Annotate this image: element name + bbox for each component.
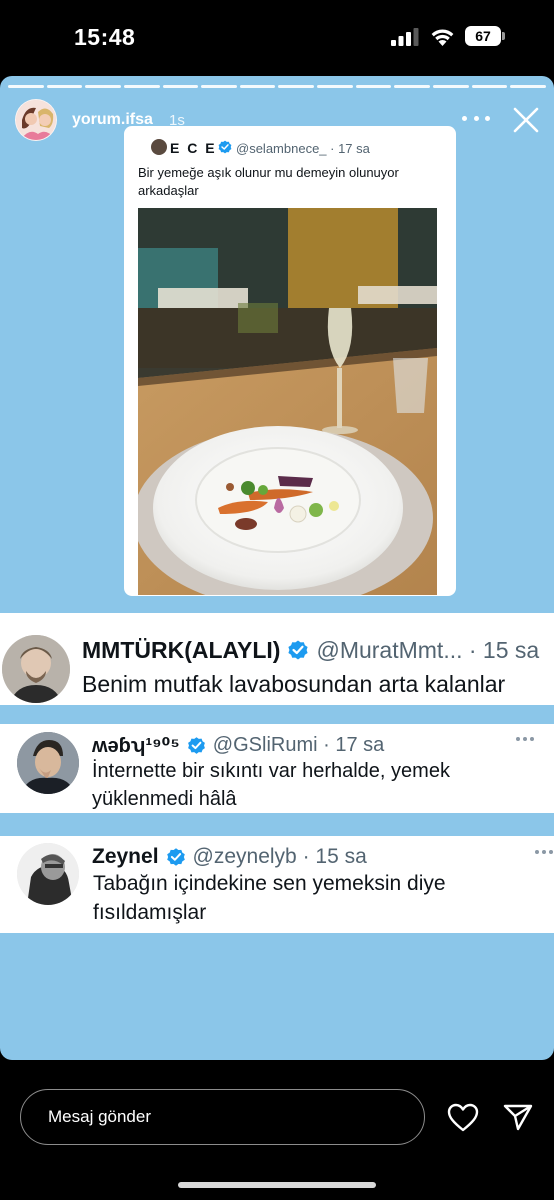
- food-photo: [138, 208, 437, 595]
- close-icon[interactable]: [511, 105, 541, 135]
- story-frame[interactable]: yorum.ifsa 1s E C E @selambnece_ · 17 sa…: [0, 76, 554, 1060]
- reply-tweet-2[interactable]: ʍǝɓʮ¹⁹⁰⁵ @GSliRumi · 17 sa İnternette bi…: [0, 724, 554, 813]
- story-progress-segment: [433, 85, 469, 88]
- heart-icon[interactable]: [447, 1103, 479, 1132]
- battery-level: 67: [465, 26, 501, 46]
- story-progress-segment: [8, 85, 44, 88]
- wifi-icon: [431, 29, 454, 46]
- verified-badge-icon: [166, 848, 185, 866]
- reply-avatar[interactable]: [17, 732, 79, 794]
- status-time: 15:48: [74, 24, 136, 50]
- more-options-icon[interactable]: [462, 108, 490, 128]
- story-progress-segment: [317, 85, 353, 88]
- story-progress-segment: [162, 85, 199, 88]
- quoted-tweet-card[interactable]: E C E @selambnece_ · 17 sa Bir yemeğe aş…: [124, 126, 456, 596]
- reply-tweet-3[interactable]: Zeynel @zeynelyb · 15 sa Tabağın içindek…: [0, 836, 554, 933]
- quoted-tweet-avatar: [151, 139, 167, 155]
- story-progress-segment: [355, 85, 392, 88]
- story-progress-segment: [471, 85, 508, 88]
- message-input-placeholder: Mesaj gönder: [48, 1107, 152, 1126]
- reply-handle: @zeynelyb · 15 sa: [192, 845, 367, 868]
- reply-avatar[interactable]: [17, 843, 79, 905]
- quoted-tweet-text: Bir yemeğe aşık olunur mu demeyin olunuy…: [138, 165, 399, 198]
- reply-author-name[interactable]: Zeynel: [92, 845, 159, 869]
- story-progress-segment: [123, 85, 160, 88]
- reply-header: MMTÜRK(ALAYLI) @MuratMmt... · 15 sa: [82, 635, 539, 665]
- reply-text: Tabağın içindekine sen yemeksin diye fıs…: [93, 872, 446, 924]
- reply-header: ʍǝɓʮ¹⁹⁰⁵ @GSliRumi · 17 sa: [92, 732, 384, 758]
- quoted-tweet-handle: @selambnece_ · 17 sa: [236, 141, 370, 156]
- story-progress-segment: [239, 85, 276, 88]
- reply-tweet-1[interactable]: MMTÜRK(ALAYLI) @MuratMmt... · 15 sa Beni…: [0, 613, 554, 705]
- verified-badge-icon: [218, 140, 232, 154]
- story-progress-segment: [278, 85, 315, 88]
- reply-handle: @GSliRumi · 17 sa: [212, 733, 385, 756]
- battery-icon: 67: [465, 26, 505, 46]
- reply-author-name[interactable]: MMTÜRK(ALAYLI): [82, 637, 280, 664]
- story-progress-segment: [46, 85, 83, 88]
- avatar[interactable]: [15, 99, 57, 141]
- story-progress-segment: [201, 85, 237, 88]
- story-progress-segment: [510, 85, 546, 88]
- story-progress-bar: [8, 85, 546, 88]
- verified-badge-icon: [288, 640, 309, 660]
- reply-header: Zeynel @zeynelyb · 15 sa: [92, 842, 367, 872]
- verified-badge-icon: [187, 736, 205, 754]
- reply-author-name[interactable]: ʍǝɓʮ¹⁹⁰⁵: [92, 733, 180, 758]
- send-icon[interactable]: [502, 1101, 534, 1133]
- reply-handle: @MuratMmt... · 15 sa: [316, 636, 540, 663]
- reply-text: Benim mutfak lavabosundan arta kalanlar: [82, 671, 506, 697]
- cellular-signal-icon: [391, 28, 419, 46]
- home-indicator[interactable]: [178, 1182, 376, 1188]
- reply-more-icon[interactable]: [516, 737, 534, 741]
- message-input[interactable]: Mesaj gönder: [20, 1089, 425, 1145]
- reply-text: İnternette bir sıkıntı var herhalde, yem…: [92, 760, 450, 810]
- status-bar: 15:48 67: [0, 0, 554, 76]
- story-progress-segment: [394, 85, 431, 88]
- reply-avatar[interactable]: [2, 635, 70, 703]
- story-progress-segment: [85, 85, 121, 88]
- reply-more-icon[interactable]: [535, 850, 553, 854]
- quoted-tweet-author: E C E: [170, 140, 217, 156]
